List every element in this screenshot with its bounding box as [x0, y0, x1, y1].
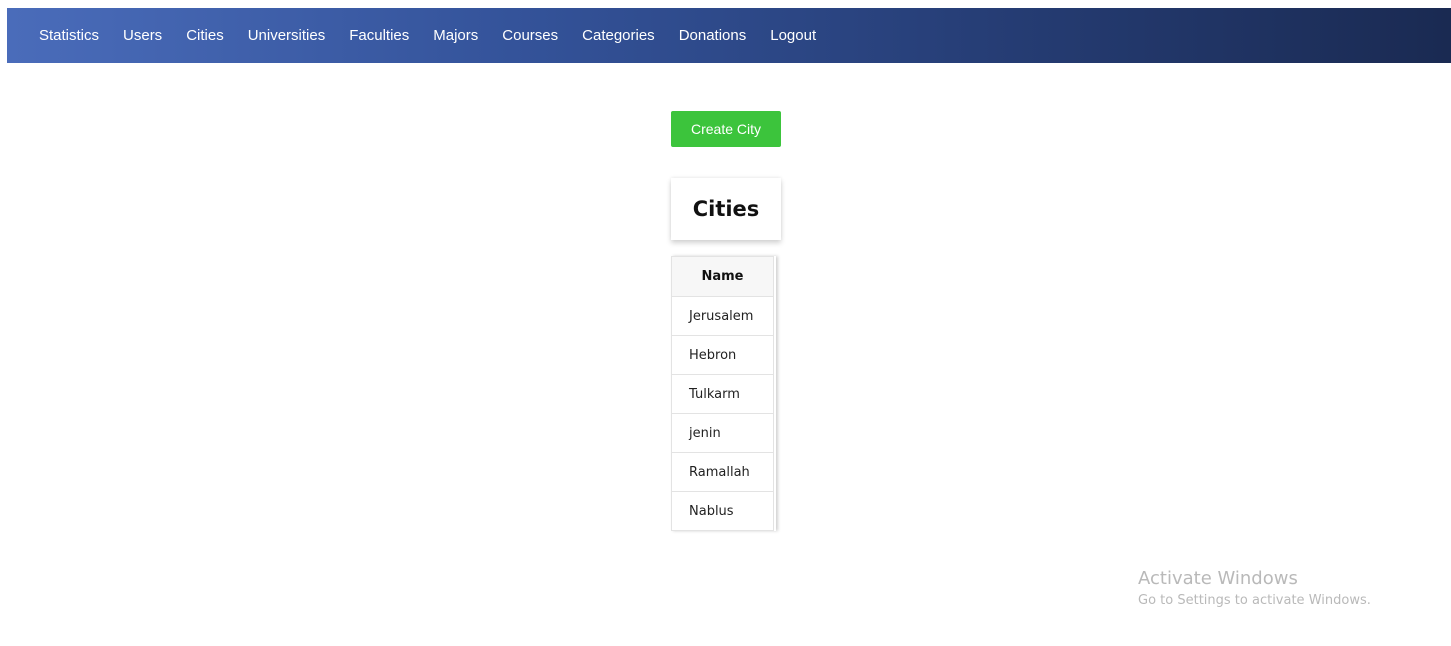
nav-item-donations[interactable]: Donations: [679, 27, 747, 44]
nav-item-faculties[interactable]: Faculties: [349, 27, 409, 44]
table-row: Hebron: [671, 335, 774, 375]
table-cell-name: Tulkarm: [671, 374, 774, 414]
nav-item-courses[interactable]: Courses: [502, 27, 558, 44]
table-row: Tulkarm: [671, 374, 774, 414]
nav-item-users[interactable]: Users: [123, 27, 162, 44]
nav-item-universities[interactable]: Universities: [248, 27, 326, 44]
nav-item-logout[interactable]: Logout: [770, 27, 816, 44]
nav-item-majors[interactable]: Majors: [433, 27, 478, 44]
table-cell-name: Nablus: [671, 491, 774, 531]
nav-item-statistics[interactable]: Statistics: [39, 27, 99, 44]
cities-table: Name Jerusalem Hebron Tulkarm jenin Rama…: [671, 256, 774, 531]
table-header-row: Name: [671, 256, 774, 297]
table-cell-name: Ramallah: [671, 452, 774, 492]
table-cell-name: jenin: [671, 413, 774, 453]
table-row: jenin: [671, 413, 774, 453]
nav-item-cities[interactable]: Cities: [186, 27, 224, 44]
create-city-button[interactable]: Create City: [671, 111, 781, 147]
page-title: Cities: [692, 197, 760, 221]
table-cell-name: Jerusalem: [671, 296, 774, 336]
watermark-title: Activate Windows: [1138, 568, 1298, 589]
table-row: Nablus: [671, 491, 774, 531]
cities-table-container: Name Jerusalem Hebron Tulkarm jenin Rama…: [671, 256, 776, 531]
table-cell-name: Hebron: [671, 335, 774, 375]
nav-item-categories[interactable]: Categories: [582, 27, 655, 44]
column-header-name: Name: [671, 256, 774, 297]
activate-windows-watermark: Activate Windows Go to Settings to activ…: [1138, 567, 1371, 611]
top-navbar: Statistics Users Cities Universities Fac…: [7, 8, 1451, 63]
watermark-subtitle: Go to Settings to activate Windows.: [1138, 593, 1371, 608]
table-row: Jerusalem: [671, 296, 774, 336]
table-row: Ramallah: [671, 452, 774, 492]
page-title-card: Cities: [671, 178, 781, 240]
